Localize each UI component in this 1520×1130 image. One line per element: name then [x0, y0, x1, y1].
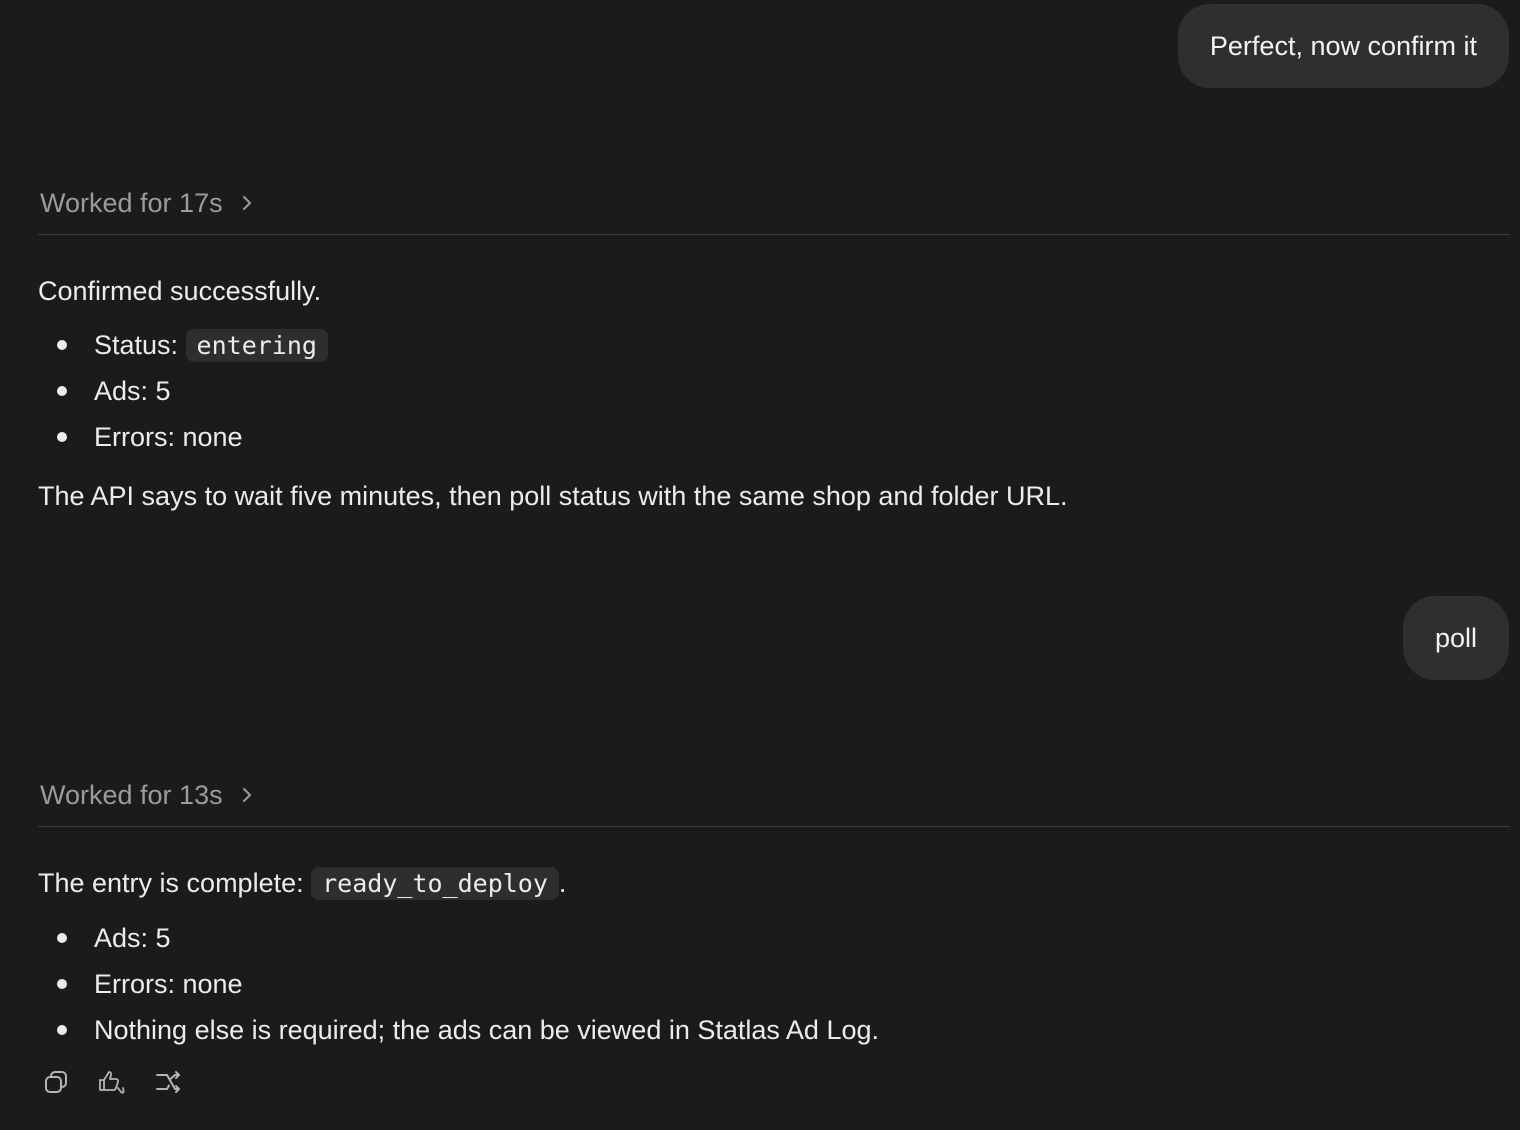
feedback-button[interactable]: [96, 1066, 128, 1098]
list-item-text: Nothing else is required; the ads can be…: [94, 1015, 879, 1045]
worked-for-label: Worked for 13s: [40, 779, 223, 810]
paragraph-text: The entry is complete:: [38, 868, 312, 898]
divider: [38, 826, 1510, 827]
inline-code-status: entering: [185, 329, 328, 362]
worked-for-toggle[interactable]: Worked for 17s: [40, 183, 257, 223]
bullet-list: Status: entering Ads: 5 Errors: none: [0, 322, 328, 460]
chevron-right-icon: [242, 196, 251, 210]
list-item-text: Errors: none: [94, 969, 243, 999]
user-message-bubble: Perfect, now confirm it: [1177, 4, 1509, 88]
list-item: Errors: none: [0, 414, 328, 460]
assistant-paragraph: The entry is complete: ready_to_deploy.: [38, 865, 566, 902]
copy-icon: [45, 1071, 67, 1093]
bullet-dot: [57, 933, 67, 943]
list-item-text: Errors: none: [94, 422, 243, 452]
list-item: Ads: 5: [0, 915, 879, 961]
share-button[interactable]: [152, 1066, 184, 1098]
bullet-dot: [57, 386, 67, 396]
copy-button[interactable]: [40, 1066, 72, 1098]
assistant-paragraph: Confirmed successfully.: [38, 276, 322, 306]
user-message-text: poll: [1434, 623, 1477, 653]
worked-for-label: Worked for 17s: [40, 187, 223, 218]
list-item: Status: entering: [0, 322, 328, 368]
user-message-bubble: poll: [1402, 596, 1509, 680]
worked-for-toggle[interactable]: Worked for 13s: [40, 775, 257, 815]
assistant-paragraph: The API says to wait five minutes, then …: [38, 481, 1068, 511]
list-item-text: Ads: 5: [94, 376, 171, 406]
list-item: Nothing else is required; the ads can be…: [0, 1007, 879, 1053]
list-item: Ads: 5: [0, 368, 328, 414]
user-message-text: Perfect, now confirm it: [1209, 31, 1477, 61]
list-item: Errors: none: [0, 961, 879, 1007]
message-actions: [40, 1066, 184, 1098]
chevron-right-icon: [242, 788, 251, 802]
share-icon: [156, 1071, 180, 1093]
thumbs-icon: [99, 1071, 125, 1094]
bullet-dot: [57, 979, 67, 989]
bullet-dot: [57, 1025, 67, 1035]
bullet-dot: [57, 340, 67, 350]
paragraph-text: .: [558, 868, 567, 898]
inline-code-state: ready_to_deploy: [311, 867, 559, 900]
bullet-list: Ads: 5 Errors: none Nothing else is requ…: [0, 915, 879, 1053]
bullet-dot: [57, 432, 67, 442]
list-item-text: Ads: 5: [94, 923, 171, 953]
divider: [38, 234, 1510, 235]
status-label: Status:: [94, 330, 186, 360]
